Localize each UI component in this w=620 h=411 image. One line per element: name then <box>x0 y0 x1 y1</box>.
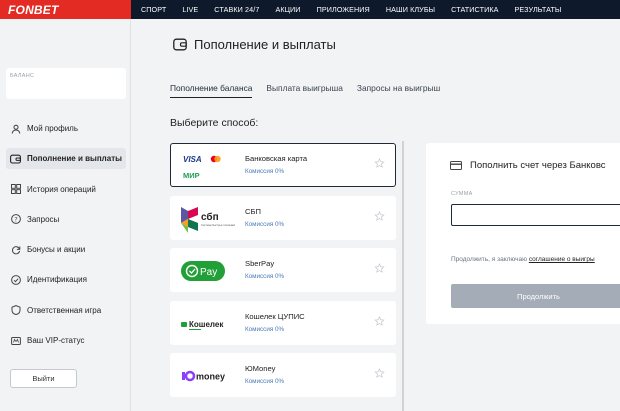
sum-input[interactable] <box>451 204 620 226</box>
star-icon[interactable] <box>374 210 385 222</box>
logo-area[interactable]: FONBET <box>0 0 131 19</box>
sidebar-menu: Мой профиль Пополнение и выплаты История… <box>6 118 126 360</box>
sum-label: СУММА <box>451 191 473 197</box>
sidebar-item-responsible-gaming[interactable]: Ответственная игра <box>6 300 126 321</box>
sidebar-item-label: Ответственная игра <box>27 305 102 315</box>
continue-button[interactable]: Продолжить <box>451 284 620 308</box>
koshelek-text: Кошелек <box>189 320 224 329</box>
sidebar-item-requests[interactable]: ? Запросы <box>6 209 126 230</box>
top-navigation: FONBET СПОРТ LIVE СТАВКИ 24/7 АКЦИИ ПРИЛ… <box>0 0 620 19</box>
method-fee: Комиссия 0% <box>245 378 285 385</box>
tab-deposit[interactable]: Пополнение баланса <box>170 83 253 98</box>
sberpay-logo: Pay <box>179 255 239 287</box>
deposit-form-panel: Пополнить счет через Банковс СУММА Продо… <box>426 143 620 324</box>
sidebar-item-label: Ваш VIP-статус <box>27 336 85 346</box>
star-icon[interactable] <box>374 315 385 327</box>
svg-text:?: ? <box>14 216 17 224</box>
sbp-text: сбп <box>201 211 219 223</box>
method-name: Банковская карта <box>245 154 308 163</box>
method-name: Кошелек ЦУПИС <box>245 311 305 321</box>
method-koshelek[interactable]: Кошелек Кошелек ЦУПИС Комиссия 0% <box>170 300 396 345</box>
main-nav: СПОРТ LIVE СТАВКИ 24/7 АКЦИИ ПРИЛОЖЕНИЯ … <box>131 0 577 19</box>
koshelek-logo: Кошелек <box>179 308 239 340</box>
sidebar-item-label: История операций <box>27 184 96 194</box>
mir-text: МИР <box>183 171 200 180</box>
star-icon[interactable] <box>374 263 385 274</box>
method-name: SberPay <box>245 259 275 268</box>
methods-scrollbar[interactable] <box>402 141 404 411</box>
page-title: Пополнение и выплаты <box>194 37 336 52</box>
page-header: Пополнение и выплаты <box>173 37 336 52</box>
agreement-link[interactable]: соглашение о выигры <box>529 256 595 263</box>
wallet-icon <box>10 153 21 164</box>
agreement-prefix: Продолжить, я заключаю <box>451 256 528 263</box>
sbp-subtext: Система быстрых платежей <box>201 223 235 227</box>
panel-header: Пополнить счет через Банковс <box>450 160 606 171</box>
visa-text: VISA <box>183 155 202 164</box>
nav-apps[interactable]: ПРИЛОЖЕНИЯ <box>317 5 370 14</box>
refresh-icon <box>10 244 21 255</box>
panel-title: Пополнить счет через Банковс <box>470 160 606 171</box>
method-fee: Комиссия 0% <box>245 325 285 333</box>
sidebar-item-history[interactable]: История операций <box>6 179 126 200</box>
visa-mastercard-mir-logo: VISA МИР <box>179 150 239 182</box>
nav-results[interactable]: РЕЗУЛЬТАТЫ <box>515 5 562 14</box>
method-fee: Комиссия 0% <box>245 273 285 280</box>
method-fee: Комиссия 0% <box>245 220 285 228</box>
nav-bets-24-7[interactable]: СТАВКИ 24/7 <box>214 5 259 14</box>
method-bank-card[interactable]: VISA МИР Банковская карта Комиссия 0% <box>170 143 396 187</box>
sidebar-item-label: Запросы <box>27 214 60 224</box>
sidebar-item-bonuses[interactable]: Бонусы и акции <box>6 239 126 260</box>
agreement-text: Продолжить, я заключаю соглашение о выиг… <box>451 256 595 263</box>
sidebar-item-profile[interactable]: Мой профиль <box>6 118 126 139</box>
balance-label: БАЛАНС <box>10 73 35 79</box>
sidebar-item-label: Пополнение и выплаты <box>27 154 122 164</box>
method-yumoney[interactable]: money ЮMoney Комиссия 0% <box>170 353 396 397</box>
balance-card: БАЛАНС <box>6 68 126 99</box>
wallet-icon <box>173 38 187 51</box>
section-title: Выберите способ: <box>170 117 259 129</box>
crown-icon <box>10 335 21 346</box>
nav-sport[interactable]: СПОРТ <box>141 5 166 14</box>
tab-withdraw[interactable]: Выплата выигрыша <box>266 83 342 98</box>
sidebar-item-payments[interactable]: Пополнение и выплаты <box>6 148 126 170</box>
star-icon[interactable] <box>374 368 385 379</box>
sidebar-item-vip-status[interactable]: Ваш VIP-статус <box>6 330 126 351</box>
yumoney-logo: money <box>179 360 239 392</box>
payment-methods-list: VISA МИР Банковская карта Комиссия 0% сб… <box>170 143 396 406</box>
money-text: money <box>196 372 225 382</box>
tab-withdraw-requests[interactable]: Запросы на выигрыш <box>357 83 440 98</box>
nav-statistics[interactable]: СТАТИСТИКА <box>451 5 498 14</box>
question-icon: ? <box>10 214 21 225</box>
user-icon <box>10 123 21 134</box>
method-sberpay[interactable]: Pay SberPay Комиссия 0% <box>170 248 396 292</box>
sidebar: БАЛАНС Мой профиль Пополнение и выплаты … <box>0 19 131 411</box>
nav-promotions[interactable]: АКЦИИ <box>275 5 300 14</box>
sidebar-item-label: Мой профиль <box>27 124 79 133</box>
sidebar-item-identification[interactable]: Идентификация <box>6 269 126 290</box>
method-name: ЮMoney <box>245 364 276 373</box>
pay-text: Pay <box>200 267 217 278</box>
sidebar-item-label: Идентификация <box>27 275 87 285</box>
star-icon[interactable] <box>374 158 385 169</box>
nav-clubs[interactable]: НАШИ КЛУБЫ <box>386 5 435 14</box>
logout-button[interactable]: Выйти <box>10 369 77 388</box>
nav-live[interactable]: LIVE <box>182 5 198 14</box>
tabs: Пополнение баланса Выплата выигрыша Запр… <box>170 83 454 98</box>
id-icon <box>10 274 21 285</box>
sidebar-item-label: Бонусы и акции <box>27 245 86 255</box>
grid-icon <box>10 184 21 195</box>
method-fee: Комиссия 0% <box>245 168 285 175</box>
sbp-logo: сбп Система быстрых платежей <box>179 203 239 235</box>
credit-card-icon <box>450 161 462 170</box>
method-name: СБП <box>245 206 261 216</box>
fonbet-logo[interactable]: FONBET <box>8 3 59 17</box>
method-sbp[interactable]: сбп Система быстрых платежей СБП Комисси… <box>170 195 396 240</box>
shield-icon <box>10 305 21 316</box>
